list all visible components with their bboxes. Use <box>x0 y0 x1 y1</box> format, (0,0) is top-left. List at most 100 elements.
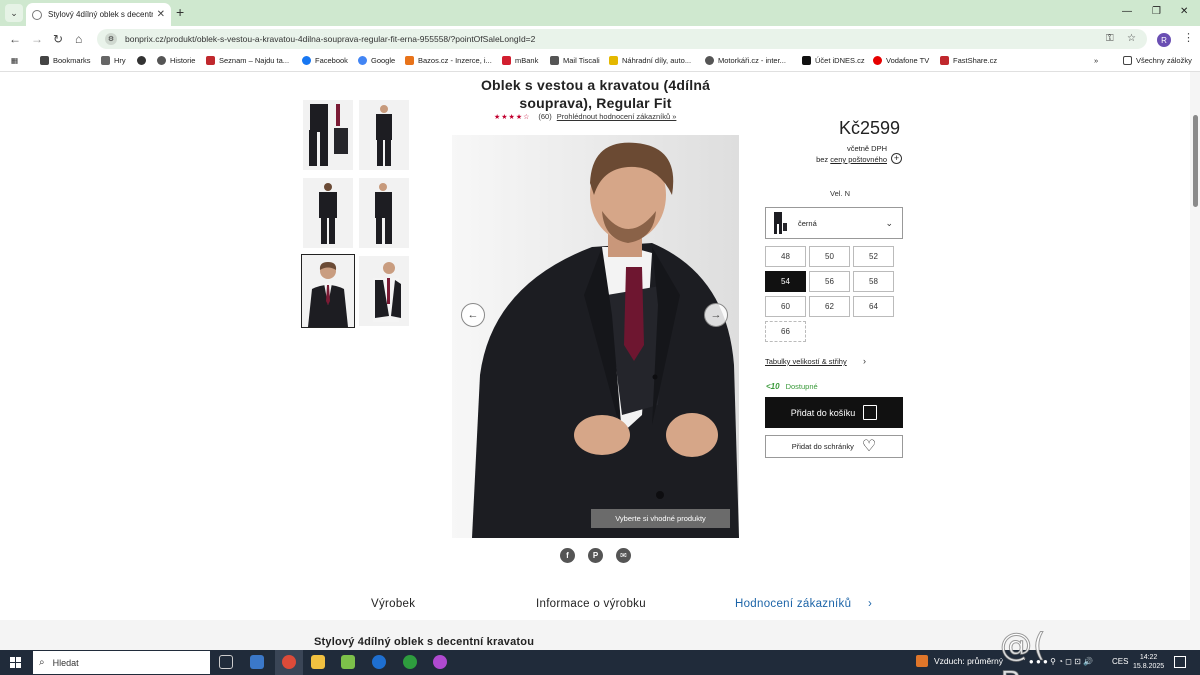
shipping-info-plus-icon[interactable]: + <box>891 153 902 164</box>
home-icon[interactable]: ⌂ <box>75 32 82 46</box>
size-option-selected[interactable]: 54 <box>765 271 806 292</box>
facebook-icon <box>302 56 311 65</box>
taskbar-search[interactable]: ⌕ Hledat <box>33 651 210 674</box>
color-select[interactable]: černá ⌄ <box>765 207 903 239</box>
tab-reviews[interactable]: Hodnocení zákazníků <box>735 598 851 610</box>
scrollbar-thumb[interactable] <box>1193 115 1198 207</box>
heart-icon: ♡ <box>861 437 877 455</box>
thumbnail-vest[interactable] <box>359 256 409 326</box>
bookmark-item[interactable]: Účet iDNES.cz <box>802 56 865 65</box>
bazos-watermark: @( Bazos.cz <box>1000 626 1147 675</box>
file-explorer-icon[interactable] <box>311 655 325 669</box>
browser-tab[interactable]: Stylový 4dílný oblek s decentní ✕ <box>26 3 171 26</box>
task-view-icon[interactable] <box>219 655 233 669</box>
size-option[interactable]: 48 <box>765 246 806 267</box>
model-vest-image <box>373 262 401 322</box>
parts-icon <box>609 56 618 65</box>
bookmark-item[interactable]: Vodafone TV <box>873 56 929 65</box>
fastshare-icon <box>940 56 949 65</box>
bookmark-item[interactable]: Historie <box>157 56 195 65</box>
shipping-cost-link[interactable]: ceny poštovného <box>830 155 887 164</box>
size-option[interactable]: 58 <box>853 271 894 292</box>
close-tab-icon[interactable]: ✕ <box>157 9 165 20</box>
tab-product-info[interactable]: Informace o výrobku <box>536 598 646 610</box>
thumbnail-front[interactable] <box>359 100 409 170</box>
select-products-button[interactable]: Vyberte si vhodné produkty <box>591 509 730 528</box>
thumbnail-closeup-selected[interactable] <box>301 254 355 328</box>
password-key-icon[interactable]: ⚿ <box>1106 33 1114 44</box>
size-option[interactable]: 50 <box>809 246 850 267</box>
size-option[interactable]: 52 <box>853 246 894 267</box>
photos-icon[interactable] <box>341 655 355 669</box>
bookmark-item[interactable]: Náhradní díly, auto... <box>609 56 691 65</box>
minimize-button[interactable]: — <box>1122 6 1132 17</box>
add-to-cart-button[interactable]: Přidat do košíku <box>765 397 903 428</box>
game-icon <box>101 56 110 65</box>
next-image-button[interactable]: → <box>704 303 728 327</box>
ccleaner-icon[interactable] <box>372 655 386 669</box>
bookmark-item[interactable]: Bookmarks <box>40 56 91 65</box>
reviews-link[interactable]: Prohlédnout hodnocení zákazníků » <box>557 112 677 121</box>
folder-icon <box>1123 56 1132 65</box>
availability: <10 Dostupné <box>766 382 818 391</box>
size-option[interactable]: 60 <box>765 296 806 317</box>
back-icon[interactable]: ← <box>9 32 21 46</box>
apps-grid-icon[interactable]: ▦ <box>11 56 18 65</box>
mail-icon <box>550 56 559 65</box>
size-chart-link[interactable]: Tabulky velikostí & střihy <box>765 357 847 366</box>
bookmark-item[interactable]: Bazos.cz - Inzerce, i... <box>405 56 492 65</box>
windows-start-icon[interactable] <box>10 657 21 668</box>
bookmark-item[interactable]: Google <box>358 56 395 65</box>
add-to-wishlist-button[interactable]: Přidat do schránky ♡ <box>765 435 903 458</box>
reload-icon[interactable]: ↻ <box>53 32 63 46</box>
idnes-icon <box>802 56 811 65</box>
forward-icon[interactable]: → <box>31 32 43 46</box>
thumbnail-side[interactable] <box>359 178 409 248</box>
bookmark-item[interactable]: FastShare.cz <box>940 56 997 65</box>
all-bookmarks-folder[interactable]: Všechny záložky <box>1123 56 1192 65</box>
pinterest-share-icon[interactable]: P <box>588 548 603 563</box>
shipping-note: bez ceny poštovného <box>816 155 887 164</box>
bookmark-item[interactable] <box>137 56 150 65</box>
size-option[interactable]: 66 <box>765 321 806 342</box>
moto-icon <box>705 56 714 65</box>
size-option[interactable]: 56 <box>809 271 850 292</box>
app-drop-icon[interactable] <box>433 655 447 669</box>
browser-menu-icon[interactable]: ⋮ <box>1183 31 1194 44</box>
thumbnail-back[interactable] <box>303 178 353 248</box>
vodafone-icon <box>873 56 882 65</box>
new-tab-button[interactable]: + <box>176 5 184 19</box>
tab-product[interactable]: Výrobek <box>371 598 415 610</box>
bookmark-item[interactable]: Mail Tiscali <box>550 56 600 65</box>
chevron-down-icon: ⌄ <box>885 218 893 228</box>
widgets-icon[interactable] <box>250 655 264 669</box>
bookmark-item[interactable]: Facebook <box>302 56 348 65</box>
size-type-label: Vel. N <box>830 189 851 198</box>
bookmark-item[interactable]: Motorkáři.cz - inter... <box>705 56 786 65</box>
tab-search-button[interactable]: ⌄ <box>5 4 23 22</box>
profile-avatar[interactable]: R <box>1157 33 1171 47</box>
chrome-icon[interactable] <box>282 655 296 669</box>
restore-button[interactable]: ❐ <box>1152 6 1161 17</box>
bookmark-item[interactable]: Seznam – Najdu ta... <box>206 56 289 65</box>
bookmark-item[interactable]: mBank <box>502 56 538 65</box>
address-bar[interactable]: ⚙ bonprix.cz/produkt/oblek-s-vestou-a-kr… <box>97 29 1147 49</box>
email-share-icon[interactable]: ✉ <box>616 548 631 563</box>
weather-widget[interactable]: Vzduch: průměrný <box>916 655 1003 667</box>
facebook-share-icon[interactable]: f <box>560 548 575 563</box>
previous-image-button[interactable]: ← <box>461 303 485 327</box>
thumbnail-suit-set[interactable] <box>303 100 353 170</box>
main-product-image: ← → Vyberte si vhodné produkty <box>452 135 739 538</box>
size-option[interactable]: 64 <box>853 296 894 317</box>
utorrent-icon[interactable] <box>403 655 417 669</box>
model-side-image <box>375 183 392 244</box>
model-front-image <box>376 105 392 166</box>
site-info-icon[interactable]: ⚙ <box>105 33 117 45</box>
size-option[interactable]: 62 <box>809 296 850 317</box>
bookmark-star-icon[interactable]: ☆ <box>1127 33 1136 44</box>
bookmark-item[interactable]: Hry <box>101 56 126 65</box>
model-back-image <box>319 183 337 244</box>
selected-color: černá <box>798 218 817 228</box>
more-bookmarks-icon[interactable]: » <box>1094 56 1098 65</box>
close-window-button[interactable]: ✕ <box>1180 6 1188 17</box>
